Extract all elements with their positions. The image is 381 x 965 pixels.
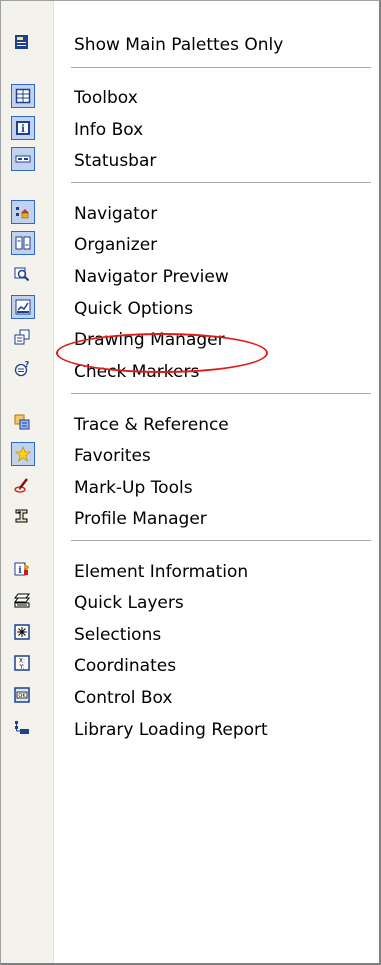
drawing-manager-icon (11, 326, 35, 350)
menu-item-toolbox[interactable]: Toolbox (1, 81, 379, 111)
menu-item-trace-reference[interactable]: Trace & Reference (1, 408, 379, 438)
menu-item-library-loading-report[interactable]: Library Loading Report (1, 713, 379, 743)
menu-item-label: Element Information (74, 562, 249, 582)
menu-item-label: Selections (74, 625, 162, 645)
menu-item-organizer[interactable]: Organizer (1, 228, 379, 258)
selections-icon (11, 621, 35, 645)
menu-item-label: Quick Options (74, 299, 194, 319)
menu-item-label: Trace & Reference (74, 415, 229, 435)
check-markers-icon: ? (11, 358, 35, 382)
menu-item-label: Control Box (74, 688, 173, 708)
menu-item-label: Show Main Palettes Only (74, 35, 284, 55)
menu-item-info-box[interactable]: i Info Box (1, 113, 379, 143)
info-box-icon: i (11, 116, 35, 140)
menu-item-quick-options[interactable]: Quick Options (1, 292, 379, 322)
menu-item-label: Organizer (74, 235, 158, 255)
menu-separator (71, 182, 371, 184)
coordinates-icon: X: Y: (11, 652, 35, 676)
menu-item-element-information[interactable]: i Element Information (1, 555, 379, 585)
menu-item-statusbar[interactable]: Statusbar (1, 144, 379, 174)
trace-reference-icon (11, 411, 35, 435)
menu-item-markup-tools[interactable]: Mark-Up Tools (1, 471, 379, 501)
menu-item-profile-manager[interactable]: Profile Manager (1, 502, 379, 532)
menu-item-favorites[interactable]: Favorites (1, 439, 379, 469)
library-loading-report-icon (11, 716, 35, 740)
statusbar-icon (11, 147, 35, 171)
menu-item-label: Coordinates (74, 656, 177, 676)
menu-separator (71, 540, 371, 542)
element-information-icon: i (11, 558, 35, 582)
menu-item-label: Library Loading Report (74, 720, 268, 740)
menu-item-label: Favorites (74, 446, 151, 466)
menu-item-label: Statusbar (74, 151, 157, 171)
menu-item-label: Navigator Preview (74, 267, 229, 287)
menu-item-show-main-palettes-only[interactable]: Show Main Palettes Only (1, 28, 379, 58)
quick-options-icon (11, 295, 35, 319)
menu-separator (71, 67, 371, 69)
menu-item-coordinates[interactable]: X: Y: Coordinates (1, 649, 379, 679)
markup-tools-icon (11, 474, 35, 498)
profile-manager-icon (11, 505, 35, 529)
red-highlight-ellipse (56, 333, 268, 373)
menu-separator (71, 393, 371, 395)
toolbox-icon (11, 84, 35, 108)
menu-item-label: Mark-Up Tools (74, 478, 193, 498)
control-box-icon: OK (11, 684, 35, 708)
menu-item-label: Profile Manager (74, 509, 207, 529)
navigator-preview-icon (11, 263, 35, 287)
view-palettes-menu: Show Main Palettes Only Toolbox i Info B… (0, 0, 381, 965)
palettes-icon (11, 31, 35, 55)
menu-item-selections[interactable]: Selections (1, 618, 379, 648)
menu-item-label: Navigator (74, 204, 158, 224)
svg-text:i: i (21, 124, 25, 135)
menu-item-navigator-preview[interactable]: Navigator Preview (1, 260, 379, 290)
svg-text:OK: OK (18, 693, 26, 699)
navigator-icon (11, 200, 35, 224)
menu-item-label: Info Box (74, 120, 144, 140)
menu-item-navigator[interactable]: Navigator (1, 197, 379, 227)
menu-item-label: Toolbox (74, 88, 138, 108)
menu-item-label: Quick Layers (74, 593, 184, 613)
menu-item-quick-layers[interactable]: Quick Layers (1, 586, 379, 616)
menu-item-control-box[interactable]: OK Control Box (1, 681, 379, 711)
favorites-icon (11, 442, 35, 466)
organizer-icon (11, 231, 35, 255)
svg-text:?: ? (25, 361, 30, 369)
svg-text:i: i (18, 566, 22, 576)
svg-text:Y:: Y: (19, 664, 25, 671)
quick-layers-icon (11, 589, 35, 613)
